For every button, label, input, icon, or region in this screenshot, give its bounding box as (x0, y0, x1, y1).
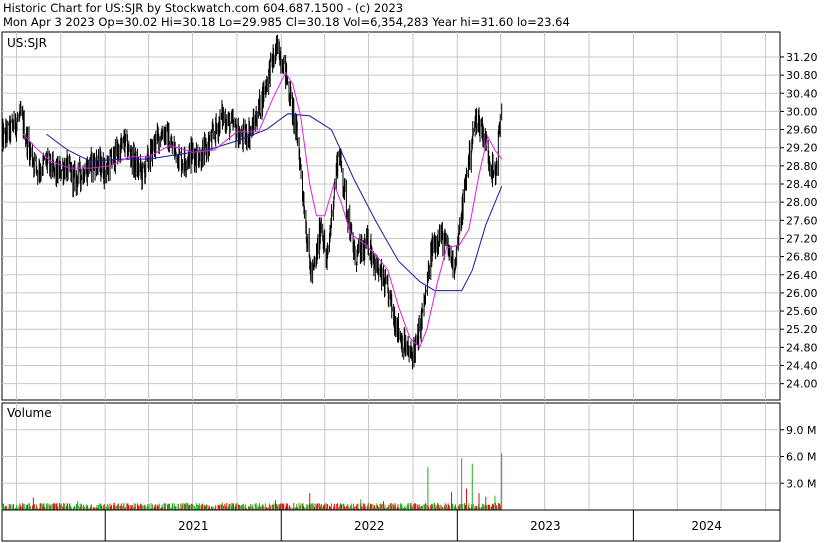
quote-summary: Mon Apr 3 2023 Op=30.02 Hi=30.18 Lo=29.9… (3, 15, 570, 29)
quote-low: Lo=29.985 (219, 15, 283, 29)
x-tick-label: 2023 (530, 519, 561, 533)
x-tick-label: 2024 (691, 519, 722, 533)
price-tick-label: 25.20 (786, 323, 818, 336)
price-tick-label: 28.00 (786, 196, 818, 209)
price-tick-label: 26.00 (786, 287, 818, 300)
volume-panel: 9.0 M 6.0 M 3.0 M Volume (1, 402, 816, 511)
volume-label: Volume (7, 406, 52, 420)
x-tick-label: 2021 (178, 519, 209, 533)
price-tick-label: 26.80 (786, 251, 818, 264)
price-tick-label: 24.00 (786, 378, 818, 391)
price-tick-label: 30.40 (786, 87, 818, 100)
price-plot-frame (1, 31, 781, 401)
price-tick-label: 24.80 (786, 341, 818, 354)
x-tick-label: 2022 (354, 519, 385, 533)
price-tick-label: 27.20 (786, 232, 818, 245)
volume-y-axis: 9.0 M 6.0 M 3.0 M (780, 424, 816, 490)
price-tick-label: 28.80 (786, 160, 818, 173)
price-y-axis: 31.20 30.80 30.40 30.00 29.60 29.20 28.80 28.40… (780, 51, 818, 391)
quote-date: Mon Apr 3 2023 (3, 15, 95, 29)
quote-open: Op=30.02 (98, 15, 158, 29)
symbol-label: US:SJR (7, 36, 47, 50)
quote-year-low: lo=23.64 (516, 15, 570, 29)
x-axis: 2021 2022 2023 2024 (1, 509, 781, 542)
quote-close: Cl=30.18 (285, 15, 340, 29)
x-axis-frame (1, 509, 781, 542)
price-tick-label: 30.00 (786, 105, 818, 118)
volume-tick-label: 6.0 M (786, 451, 816, 464)
price-panel: 31.20 30.80 30.40 30.00 29.60 29.20 28.80 28.40… (1, 31, 818, 401)
price-tick-label: 26.40 (786, 269, 818, 282)
quote-volume: Vol=6,354,283 (343, 15, 429, 29)
price-tick-label: 29.60 (786, 124, 818, 137)
volume-tick-label: 3.0 M (786, 477, 816, 490)
price-tick-label: 25.60 (786, 305, 818, 318)
price-tick-label: 29.20 (786, 142, 818, 155)
price-tick-label: 30.80 (786, 69, 818, 82)
volume-tick-label: 9.0 M (786, 424, 816, 437)
price-tick-label: 28.40 (786, 178, 818, 191)
quote-year-high: Year hi=31.60 (432, 15, 514, 29)
price-tick-label: 31.20 (786, 51, 818, 64)
price-tick-label: 27.60 (786, 214, 818, 227)
stock-chart: 31.20 30.80 30.40 30.00 29.60 29.20 28.80 28.40… (1, 31, 818, 542)
quote-high: Hi=30.18 (160, 15, 216, 29)
price-tick-label: 24.40 (786, 360, 818, 373)
chart-title: Historic Chart for US:SJR by Stockwatch.… (3, 1, 404, 15)
